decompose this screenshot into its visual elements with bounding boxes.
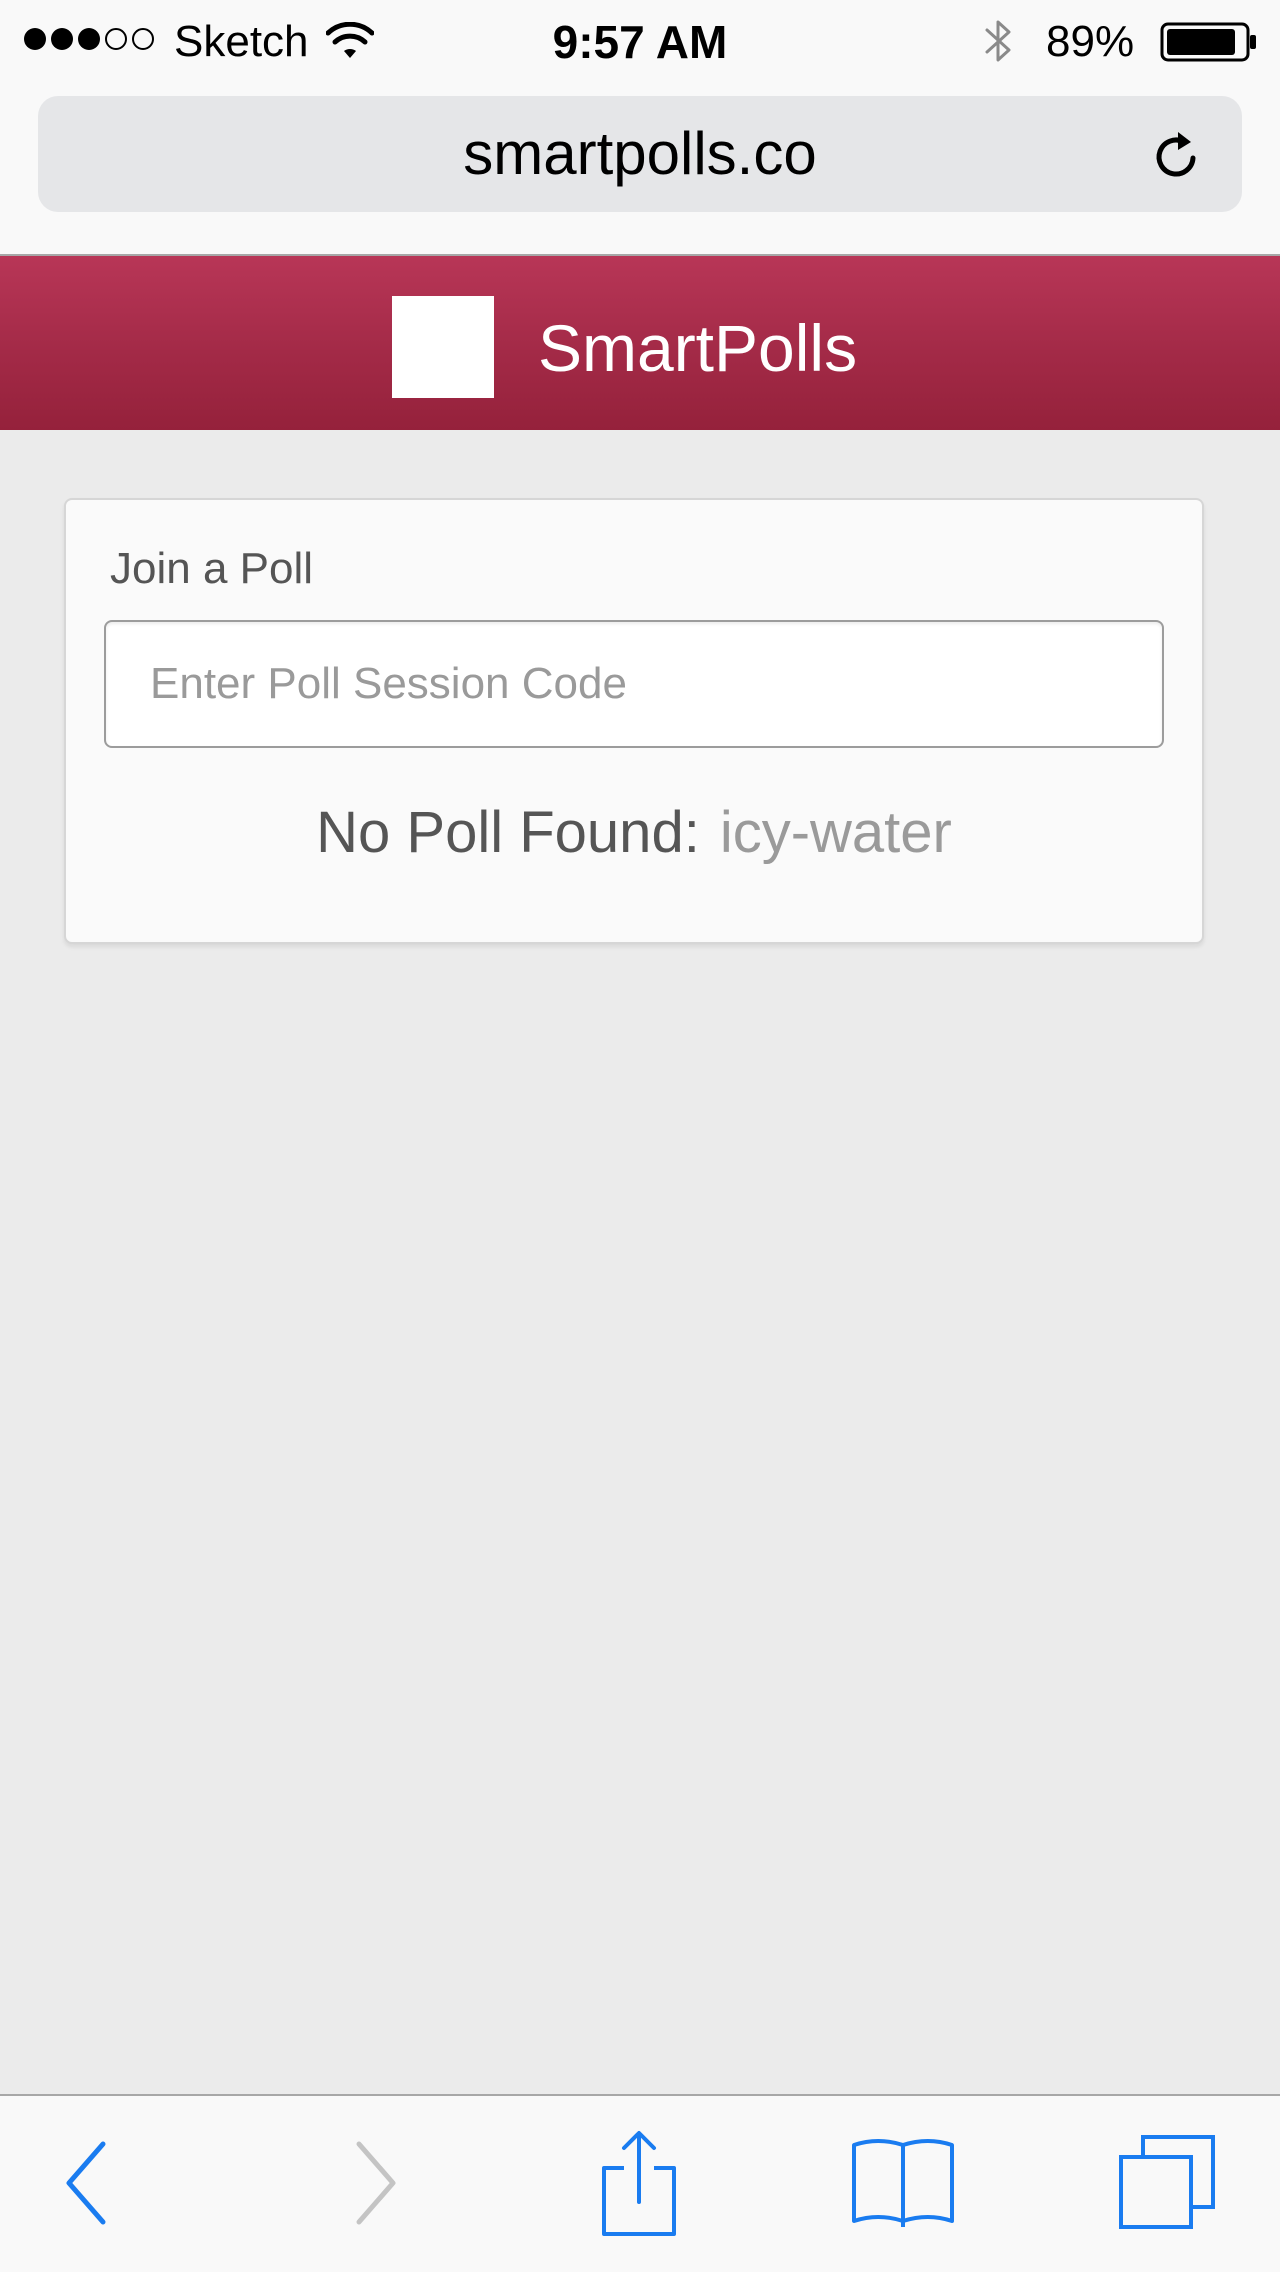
forward-button[interactable] — [318, 2128, 428, 2238]
join-poll-card: Join a Poll No Poll Found: icy-water — [64, 498, 1204, 944]
tabs-button[interactable] — [1112, 2128, 1222, 2238]
bookmarks-icon — [852, 2139, 954, 2227]
battery-icon — [1160, 22, 1256, 62]
app-title: SmartPolls — [538, 311, 858, 385]
tabs-icon — [1119, 2135, 1215, 2229]
bluetooth-icon — [985, 20, 1011, 62]
status-bar: Sketch 9:57 AM 89% — [0, 0, 1280, 84]
poll-session-code-input[interactable] — [104, 620, 1164, 748]
battery-percent: 89% — [1046, 17, 1135, 66]
no-poll-found-label: No Poll Found: — [316, 800, 700, 865]
share-button[interactable] — [584, 2128, 694, 2238]
app-logo — [392, 296, 494, 398]
share-icon — [602, 2131, 676, 2236]
reload-icon[interactable] — [1148, 128, 1204, 184]
searched-code: icy-water — [719, 800, 952, 865]
browser-toolbar — [0, 2094, 1280, 2272]
back-icon — [66, 2141, 106, 2225]
join-poll-label: Join a Poll — [110, 544, 314, 593]
app-header: SmartPolls — [0, 256, 1280, 430]
bookmarks-button[interactable] — [848, 2128, 958, 2238]
back-button[interactable] — [34, 2128, 144, 2238]
forward-icon — [356, 2141, 396, 2225]
address-bar[interactable]: smartpolls.co — [38, 96, 1242, 212]
url-text[interactable]: smartpolls.co — [38, 96, 1242, 212]
page: Sketch 9:57 AM 89% smartpolls.co SmartPo… — [0, 0, 1280, 2272]
browser-address-area: smartpolls.co — [0, 84, 1280, 256]
poll-result: No Poll Found: icy-water — [66, 800, 1202, 866]
